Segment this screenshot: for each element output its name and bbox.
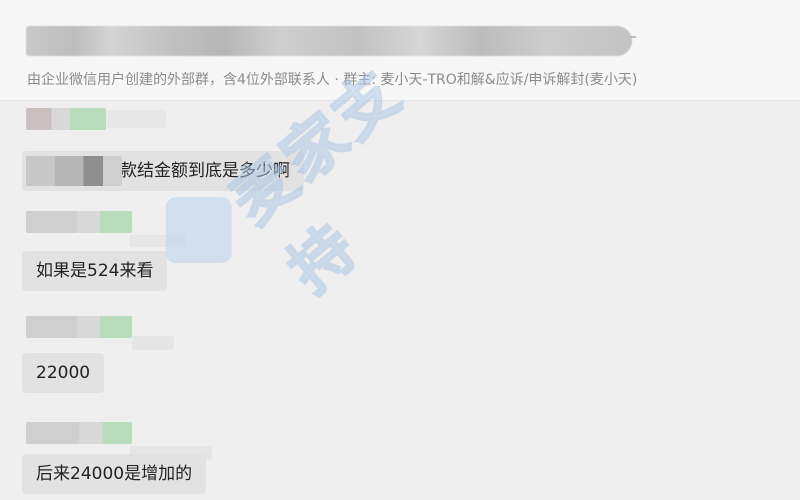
- sender-name-redacted: [26, 422, 132, 444]
- message-text: 如果是524来看: [36, 261, 154, 281]
- redacted-text: [26, 156, 122, 186]
- message-text: 后来24000是增加的: [36, 464, 193, 484]
- sender-name-redacted: [132, 336, 174, 350]
- message-bubble[interactable]: 后来24000是增加的: [22, 454, 207, 494]
- watermark-logo-icon: [165, 197, 232, 264]
- title-dropdown-icon[interactable]: [630, 36, 636, 38]
- sender-name-redacted: [26, 211, 132, 233]
- message-bubble[interactable]: 22000: [22, 353, 105, 393]
- sender-name-redacted: [26, 316, 132, 338]
- message-bubble[interactable]: 如果是524来看: [22, 251, 168, 291]
- message-text: 22000: [36, 363, 91, 383]
- sender-name-redacted: [26, 108, 106, 130]
- sender-name-redacted: [106, 110, 166, 128]
